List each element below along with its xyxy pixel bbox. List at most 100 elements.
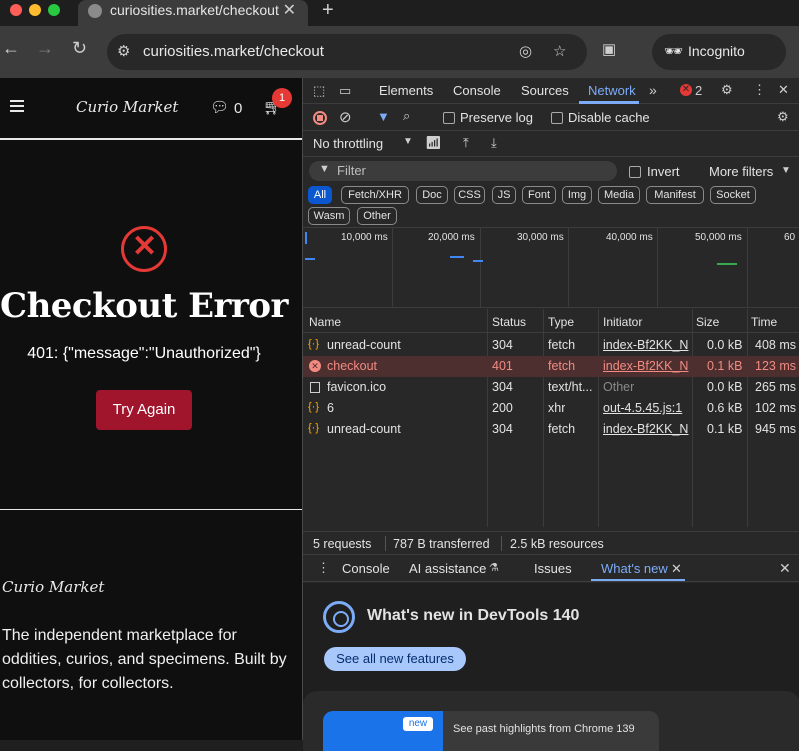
filter-input[interactable]: ▼ Filter [309,161,617,181]
chip-manifest[interactable]: Manifest [646,186,704,204]
col-status[interactable]: Status [492,315,526,329]
network-overview-timeline[interactable]: 10,000 ms 20,000 ms 30,000 ms 40,000 ms … [303,228,799,308]
throttling-select[interactable]: No throttling [313,136,383,151]
initiator-link[interactable]: index-Bf2KK_N [603,359,689,373]
device-toolbar-icon[interactable]: ▭ [339,83,351,99]
address-bar[interactable]: ⚙ curiosities.market/checkout ◎ ☆ [107,34,587,70]
import-har-icon[interactable]: ⤒ [463,135,469,151]
url-text: curiosities.market/checkout [143,43,324,60]
close-tab-icon[interactable]: ✕ [671,561,682,577]
chip-socket[interactable]: Socket [710,186,756,204]
fetch-icon: {·} [308,338,320,350]
drawer-tab-bar: ⋮ Console AI assistance ⚗ Issues What's … [303,555,799,582]
drawer-tab-issues[interactable]: Issues [534,561,572,576]
timeline-bar [305,232,307,244]
filter-funnel-icon[interactable]: ▼ [377,109,390,124]
minimize-window-button[interactable] [29,4,41,16]
disable-cache-checkbox[interactable] [551,112,563,124]
timeline-tick: 20,000 ms [428,232,475,243]
record-stop-icon[interactable] [313,111,327,125]
chip-doc[interactable]: Doc [416,186,448,204]
chevron-down-icon[interactable]: ▼ [403,136,413,147]
tab-elements[interactable]: Elements [379,83,433,98]
timeline-bar [305,258,315,260]
col-time[interactable]: Time [751,315,777,329]
table-row[interactable]: {·} unread-count 304 fetch index-Bf2KK_N… [303,335,799,356]
tab-console[interactable]: Console [453,83,501,98]
timeline-bar [450,256,464,258]
drawer-tab-console[interactable]: Console [342,561,390,576]
chip-css[interactable]: CSS [454,186,485,204]
whats-new-panel: What's new in DevTools 140 See all new f… [303,583,799,751]
eye-off-icon[interactable]: ◎ [519,42,532,60]
table-row[interactable]: favicon.ico 304 text/ht... Other 0.0 kB … [303,377,799,398]
chat-icon[interactable]: 💬︎ [210,98,229,116]
chip-img[interactable]: Img [562,186,592,204]
col-size[interactable]: Size [696,315,719,329]
table-row[interactable]: {·} unread-count 304 fetch index-Bf2KK_N… [303,419,799,440]
more-options-icon[interactable]: ⋮ [753,82,766,98]
timeline-tick: 30,000 ms [517,232,564,243]
error-icon[interactable]: ✕ [680,84,692,96]
devtools-tab-bar: ⬚ ▭ Elements Console Sources Network » ✕… [303,78,799,104]
incognito-button[interactable]: 🕶 Incognito [652,34,786,70]
initiator-link[interactable]: index-Bf2KK_N [603,338,689,352]
col-initiator[interactable]: Initiator [603,315,642,329]
forward-icon[interactable]: → [36,38,54,59]
export-har-icon[interactable]: ⤓ [491,135,497,151]
hamburger-menu-icon[interactable] [10,100,24,112]
back-icon[interactable]: ← [2,38,20,59]
initiator-link[interactable]: index-Bf2KK_N [603,422,689,436]
reload-icon[interactable]: ↻ [72,38,87,59]
settings-gear-icon[interactable]: ⚙ [721,82,733,98]
tab-search-icon[interactable]: ▣ [602,40,616,58]
preserve-log-checkbox[interactable] [443,112,455,124]
footer-logo[interactable]: Curio Market [2,578,104,596]
search-icon[interactable]: ⌕ [403,108,410,124]
col-name[interactable]: Name [309,315,341,329]
chevron-down-icon[interactable]: ▼ [781,165,791,176]
more-tabs-icon[interactable]: » [649,82,657,98]
chip-fetch-xhr[interactable]: Fetch/XHR [341,186,409,204]
status-requests: 5 requests [313,537,372,551]
see-all-features-button[interactable]: See all new features [324,647,466,671]
timeline-tick: 40,000 ms [606,232,653,243]
new-tab-button[interactable]: + [322,0,334,22]
network-settings-icon[interactable]: ⚙ [777,109,789,125]
invert-checkbox[interactable] [629,166,641,178]
tab-sources[interactable]: Sources [521,83,569,98]
highlights-link[interactable]: new See past highlights from Chrome 139 [323,711,659,751]
maximize-window-button[interactable] [48,4,60,16]
close-devtools-icon[interactable]: ✕ [778,82,789,98]
footer-description: The independent marketplace for oddities… [2,627,287,692]
clear-icon[interactable]: ⊘ [339,108,352,126]
table-row[interactable]: ✕ checkout 401 fetch index-Bf2KK_N 0.1 k… [303,356,799,377]
table-row[interactable]: {·} 6 200 xhr out-4.5.45.js:1 0.6 kB 102… [303,398,799,419]
close-drawer-icon[interactable]: ✕ [779,560,791,577]
drawer-tab-ai-assistance[interactable]: AI assistance [409,561,486,576]
initiator-link[interactable]: out-4.5.45.js:1 [603,401,689,415]
chip-font[interactable]: Font [522,186,556,204]
fetch-icon: {·} [308,422,320,434]
chip-media[interactable]: Media [598,186,640,204]
inspect-element-icon[interactable]: ⬚ [313,83,325,99]
close-tab-icon[interactable]: ✕ [283,0,296,20]
try-again-button[interactable]: Try Again [96,390,192,430]
network-status-bar: 5 requests 787 B transferred 2.5 kB reso… [303,531,799,555]
chrome-devtools-icon [323,601,355,633]
network-conditions-icon[interactable]: 📶︎ [425,135,442,151]
site-logo[interactable]: Curio Market [76,98,178,116]
site-settings-icon[interactable]: ⚙ [117,42,130,60]
drawer-menu-icon[interactable]: ⋮ [317,560,330,576]
chip-all[interactable]: All [308,186,332,204]
tab-network[interactable]: Network [588,83,636,98]
chip-wasm[interactable]: Wasm [308,207,350,225]
chip-js[interactable]: JS [492,186,516,204]
more-filters-dropdown[interactable]: More filters [709,164,773,179]
chip-other[interactable]: Other [357,207,397,225]
drawer-tab-whats-new[interactable]: What's new [601,561,668,576]
col-type[interactable]: Type [548,315,574,329]
close-window-button[interactable] [10,4,22,16]
preserve-log-label: Preserve log [460,110,533,125]
bookmark-star-icon[interactable]: ☆ [553,42,566,60]
